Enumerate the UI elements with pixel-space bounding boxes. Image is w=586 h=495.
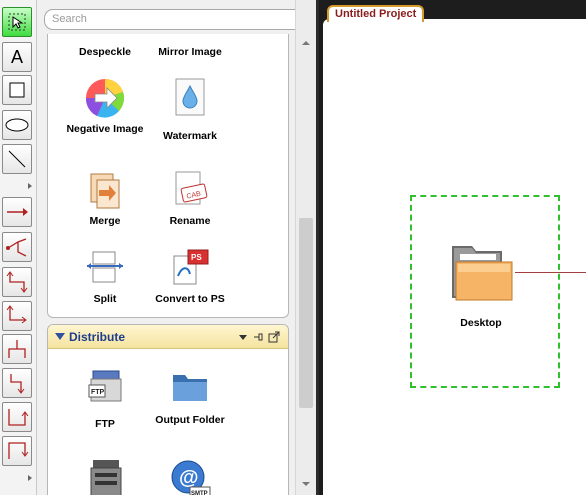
connector-elbow-2-button[interactable] [2, 301, 32, 331]
rectangle-tool-button[interactable] [2, 75, 32, 105]
tool-label: Split [93, 293, 117, 305]
connector-elbow-3-button[interactable] [2, 334, 32, 364]
text-tool-button[interactable]: A [2, 42, 32, 72]
ellipse-icon [5, 118, 29, 132]
scrollbar-thumb[interactable] [299, 218, 313, 408]
connector-loop-1-button[interactable] [2, 402, 32, 432]
rectangle-icon [9, 82, 25, 98]
ftp-server-icon: FTP [83, 367, 127, 411]
elbow-connector-icon [10, 374, 25, 394]
tool-label: Mirror Image [158, 46, 222, 58]
elbow-connector-icon [8, 340, 26, 358]
desktop-node[interactable]: Desktop [446, 240, 516, 329]
collapse-arrow-icon[interactable] [55, 333, 65, 340]
tool-watermark[interactable]: Watermark [145, 76, 235, 143]
tool-split[interactable]: Split [60, 246, 150, 306]
search-input[interactable]: Search [44, 9, 306, 30]
select-tool-button[interactable] [2, 7, 32, 37]
tool-label: FTP [95, 418, 115, 430]
tool-label: Negative Image [66, 123, 144, 135]
elbow-connector-icon [6, 305, 27, 324]
pointer-icon [8, 13, 26, 31]
convert-ps-icon: PS [168, 246, 212, 290]
distribute-group: Distribute FTP FTP Output Folder @ SMTP [47, 324, 289, 495]
arrow-right-icon [7, 208, 28, 216]
connector-branch-button[interactable] [2, 232, 32, 262]
tool-printer[interactable] [60, 457, 150, 495]
scroll-down-icon[interactable] [299, 477, 313, 491]
watermark-icon [168, 76, 212, 120]
tools-panel: Search Despeckle Mirror Image Negative I… [37, 0, 316, 495]
connector-straight-button[interactable] [2, 197, 32, 227]
tool-negative-image[interactable]: Negative Image [60, 76, 150, 136]
tool-mirror-image[interactable]: Mirror Image [145, 43, 235, 59]
text-icon: A [10, 46, 23, 67]
connector-elbow-1-button[interactable] [2, 267, 32, 297]
pin-icon[interactable] [252, 331, 264, 343]
loop-connector-icon [8, 442, 29, 459]
tool-output-folder[interactable]: Output Folder [145, 367, 235, 427]
tool-label: Watermark [163, 130, 217, 142]
connector-elbow-4-button[interactable] [2, 368, 32, 398]
popout-icon[interactable] [268, 331, 280, 343]
distribute-group-header[interactable]: Distribute [48, 325, 288, 349]
tool-convert-to-ps[interactable]: PS Convert to PS [145, 246, 235, 306]
expand-arrow-icon[interactable] [27, 475, 33, 481]
tool-email-smtp[interactable]: @ SMTP [145, 457, 235, 495]
tool-label: Output Folder [155, 414, 225, 426]
node-label: Desktop [460, 317, 502, 329]
svg-text:PS: PS [191, 253, 202, 262]
ellipse-tool-button[interactable] [2, 110, 32, 140]
split-icon [83, 246, 127, 290]
color-wheel-icon [83, 76, 127, 120]
panel-scrollbar[interactable] [295, 0, 316, 495]
scroll-up-icon[interactable] [299, 36, 313, 50]
connector-line[interactable] [515, 272, 586, 273]
tool-label: Despeckle [79, 46, 131, 58]
desktop-folder-icon [446, 240, 516, 313]
dropdown-arrow-icon[interactable] [237, 331, 249, 343]
branch-icon [6, 238, 27, 257]
tool-merge[interactable]: Merge [60, 168, 150, 228]
folder-icon [168, 367, 212, 411]
merge-icon [83, 168, 127, 212]
rename-icon: CAB [168, 168, 212, 212]
connector-loop-2-button[interactable] [2, 436, 32, 466]
svg-text:FTP: FTP [91, 389, 105, 396]
copier-icon [83, 457, 127, 495]
tool-label: Convert to PS [155, 293, 225, 305]
tool-label: Rename [169, 215, 211, 227]
svg-text:@: @ [179, 467, 199, 489]
project-tab[interactable]: Untitled Project [327, 5, 425, 22]
line-icon [8, 150, 26, 168]
group-title: Distribute [69, 330, 126, 344]
drawing-toolbar: A [0, 0, 37, 495]
svg-text:SMTP: SMTP [191, 491, 208, 495]
expand-arrow-icon[interactable] [27, 183, 33, 189]
search-placeholder: Search [52, 13, 87, 25]
elbow-connector-icon [6, 271, 28, 293]
tool-label: Merge [89, 215, 121, 227]
line-tool-button[interactable] [2, 144, 32, 174]
tools-group: Despeckle Mirror Image Negative Image Wa… [47, 34, 289, 318]
tool-ftp[interactable]: FTP FTP [60, 367, 150, 431]
tool-despeckle[interactable]: Despeckle [60, 43, 150, 59]
loop-connector-icon [8, 409, 29, 426]
email-smtp-icon: @ SMTP [168, 457, 212, 495]
tool-rename[interactable]: CAB Rename [145, 168, 235, 228]
